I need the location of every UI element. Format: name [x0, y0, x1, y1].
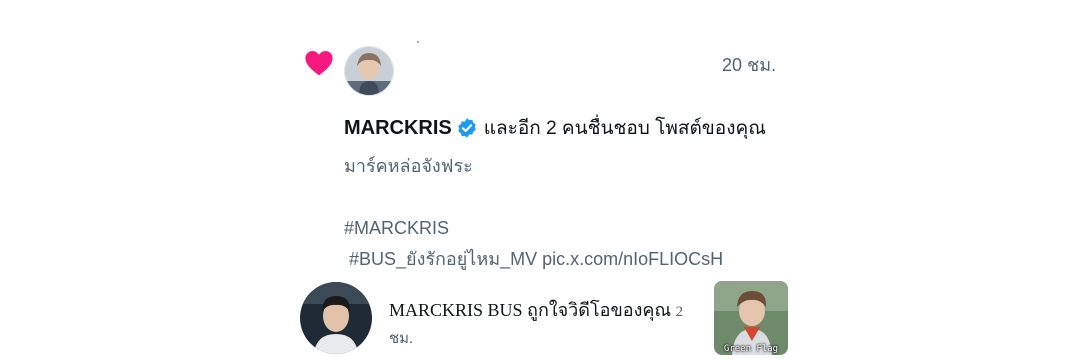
- notification-text: MARCKRIS BUS ถูกใจวิดีโอของคุณ 2 ชม.: [389, 298, 694, 352]
- timestamp: 20 ชม.: [722, 55, 777, 75]
- heart-icon: [305, 50, 333, 76]
- user-name-link[interactable]: MARCKRIS: [344, 117, 452, 140]
- action-text: และอีก 2 คนชื่นชอบ โพสต์ของคุณ: [483, 118, 766, 139]
- tweet-preview[interactable]: มาร์คหล่อจังฟระ #MARCKRIS #BUS_ยังรักอยู…: [344, 151, 723, 275]
- avatar[interactable]: [344, 46, 394, 96]
- video-thumbnail[interactable]: Green Flag: [714, 281, 788, 355]
- tweet-text: มาร์คหล่อจังฟระ: [344, 156, 473, 176]
- avatar[interactable]: [300, 282, 372, 354]
- notification-message: MARCKRIS BUS ถูกใจวิดีโอของคุณ: [389, 300, 672, 320]
- dot: [417, 41, 419, 43]
- hashtag-link-and-media-url[interactable]: #BUS_ยังรักอยู่ไหม_MV pic.x.com/nIoFLIOC…: [344, 244, 723, 275]
- verified-badge-icon: [458, 118, 476, 138]
- avatar-photo: [345, 47, 393, 95]
- avatar-photo: [300, 282, 372, 354]
- notification-text: MARCKRIS และอีก 2 คนชื่นชอบ โพสต์ของคุณ: [344, 113, 766, 143]
- hashtag-link[interactable]: #MARCKRIS: [344, 213, 723, 244]
- thumbnail-caption: Green Flag: [723, 344, 779, 354]
